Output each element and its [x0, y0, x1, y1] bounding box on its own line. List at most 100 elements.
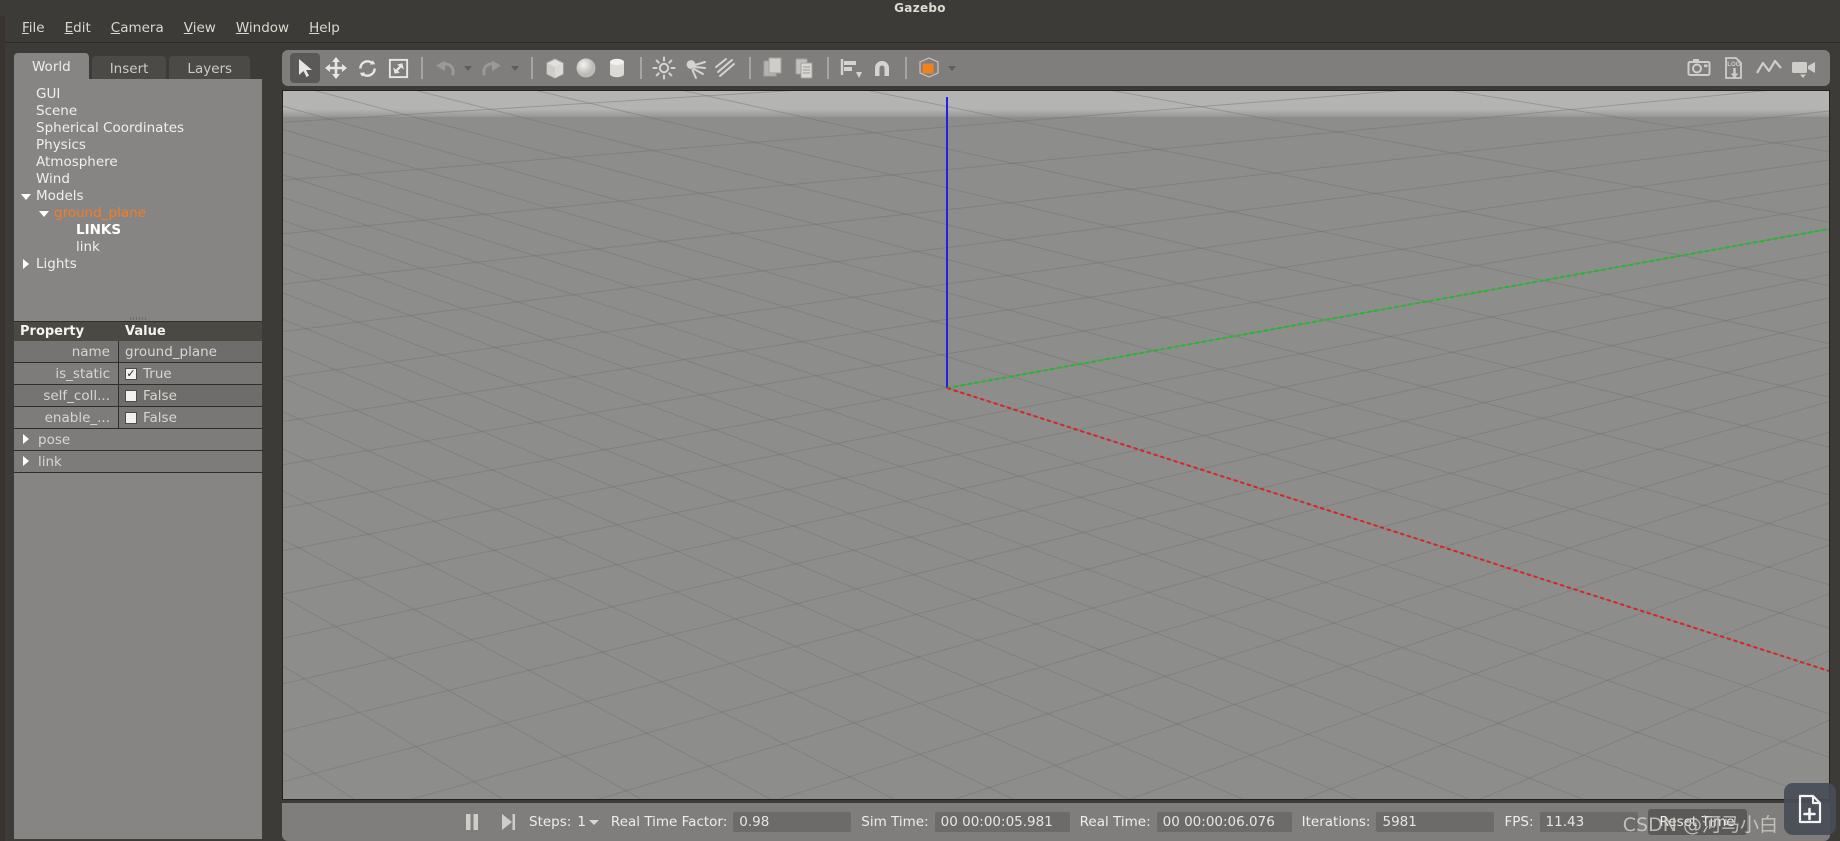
insert-point-light-button[interactable] — [649, 53, 679, 83]
menu-item-window[interactable]: Window — [226, 20, 299, 38]
align-icon — [839, 56, 863, 80]
checkbox-unchecked-icon[interactable] — [125, 411, 137, 424]
steps-dropdown-chevron-down-icon[interactable] — [588, 817, 599, 827]
property-table: Property Value name ground_plane is_static… — [14, 317, 262, 473]
chevron-down-icon[interactable] — [38, 207, 50, 219]
document-add-icon[interactable] — [1784, 783, 1836, 835]
plot-line-icon — [1756, 58, 1782, 78]
tree-spacer-icon — [20, 88, 32, 100]
view-mode-dropdown[interactable] — [945, 53, 959, 83]
redo-history-dropdown[interactable] — [508, 53, 522, 83]
property-name: name — [14, 341, 119, 362]
translate-tool[interactable] — [321, 53, 351, 83]
world-tree: GUI Scene Spherical Coordinates Physics Atmo… — [14, 79, 262, 272]
tree-item-scene[interactable]: Scene — [14, 102, 262, 119]
chevron-right-icon[interactable] — [23, 456, 29, 466]
move-arrows-icon — [324, 56, 348, 80]
tree-item-spherical-coordinates[interactable]: Spherical Coordinates — [14, 119, 262, 136]
menu-item-file[interactable]: File — [12, 20, 55, 38]
property-row[interactable]: link — [14, 451, 262, 473]
log-download-icon: LOG — [1722, 56, 1746, 80]
fps-value: 11.43 — [1539, 812, 1638, 832]
paste-button[interactable] — [789, 53, 819, 83]
property-value-cell[interactable]: ✓ True — [119, 363, 262, 384]
insert-sphere-button[interactable] — [571, 53, 601, 83]
panel-tab-world[interactable]: World — [14, 53, 89, 81]
property-row[interactable]: is_static ✓ True — [14, 363, 262, 385]
render-viewport-3d[interactable] — [282, 90, 1830, 800]
menu-item-edit[interactable]: Edit — [55, 20, 101, 38]
main-area: LOG Steps: 1 Real Time Factor: 0.98 Sim … — [272, 43, 1840, 841]
tree-item-physics[interactable]: Physics — [14, 136, 262, 153]
tree-item-ground-plane[interactable]: ground_plane — [14, 204, 262, 221]
tree-item-gui[interactable]: GUI — [14, 85, 262, 102]
undo-arrow-icon — [433, 57, 457, 79]
select-tool[interactable] — [290, 53, 320, 83]
property-group-label: pose — [38, 431, 71, 448]
tree-item-atmosphere[interactable]: Atmosphere — [14, 153, 262, 170]
point-light-icon — [652, 56, 676, 80]
snap-button[interactable] — [867, 53, 897, 83]
screenshot-button[interactable] — [1682, 53, 1716, 83]
undo-history-dropdown[interactable] — [461, 53, 475, 83]
insert-spot-light-button[interactable] — [680, 53, 710, 83]
tree-item-models[interactable]: Models — [14, 187, 262, 204]
checkbox-unchecked-icon[interactable] — [125, 389, 137, 402]
sim-time-label: Sim Time: — [861, 814, 929, 830]
column-header-property: Property — [20, 324, 85, 339]
pause-icon[interactable] — [457, 809, 487, 835]
chevron-right-icon[interactable] — [20, 258, 32, 270]
rotate-tool[interactable] — [352, 53, 382, 83]
iterations-label: Iterations: — [1301, 814, 1371, 830]
toolbar-separator — [905, 57, 907, 79]
tree-item-wind[interactable]: Wind — [14, 170, 262, 187]
property-row[interactable]: self_coll... False — [14, 385, 262, 407]
align-button[interactable] — [836, 53, 866, 83]
copy-button[interactable] — [758, 53, 788, 83]
menu-item-help[interactable]: Help — [299, 20, 350, 38]
property-value-cell[interactable]: False — [119, 385, 262, 406]
tree-item-links[interactable]: LINKS — [14, 221, 262, 238]
tree-item-label: ground_plane — [54, 204, 146, 221]
property-table-grip[interactable] — [14, 316, 262, 321]
fps-label: FPS: — [1504, 814, 1534, 830]
property-name: self_coll... — [14, 385, 119, 406]
iterations-value: 5981 — [1376, 812, 1495, 832]
checkbox-checked-icon[interactable]: ✓ — [125, 367, 137, 380]
menu-bar: File Edit Camera View Window Help — [0, 16, 1840, 43]
reset-time-button[interactable]: Reset Time — [1647, 809, 1747, 835]
spot-light-icon — [683, 56, 707, 80]
property-row[interactable]: pose — [14, 429, 262, 451]
toolbar-separator — [749, 57, 751, 79]
tree-item-link[interactable]: link — [14, 238, 262, 255]
insert-directional-light-button[interactable] — [711, 53, 741, 83]
toolbar-separator — [531, 57, 533, 79]
tree-item-lights[interactable]: Lights — [14, 255, 262, 272]
property-row[interactable]: name ground_plane — [14, 341, 262, 363]
insert-box-button[interactable] — [540, 53, 570, 83]
property-value-cell[interactable]: False — [119, 407, 262, 428]
redo-button[interactable] — [477, 53, 507, 83]
step-forward-icon[interactable] — [493, 809, 523, 835]
cursor-arrow-icon — [294, 57, 316, 79]
view-mode-button[interactable] — [914, 53, 944, 83]
property-row[interactable]: enable_... False — [14, 407, 262, 429]
chevron-down-icon[interactable] — [20, 190, 32, 202]
plot-button[interactable] — [1752, 53, 1786, 83]
tree-item-label: link — [76, 238, 100, 255]
menu-item-camera[interactable]: Camera — [101, 20, 174, 38]
chevron-right-icon[interactable] — [23, 434, 29, 444]
undo-button[interactable] — [430, 53, 460, 83]
property-group-name: pose — [14, 429, 262, 450]
directional-light-icon — [714, 56, 738, 80]
property-value-cell[interactable]: ground_plane — [119, 341, 262, 362]
log-button[interactable]: LOG — [1717, 53, 1751, 83]
tree-item-label: Wind — [36, 170, 70, 187]
insert-cylinder-button[interactable] — [602, 53, 632, 83]
panel-tab-insert[interactable]: Insert — [91, 56, 167, 81]
video-record-button[interactable] — [1787, 53, 1821, 83]
scale-tool[interactable] — [383, 53, 413, 83]
tree-item-label: Lights — [36, 255, 77, 272]
panel-tab-layers[interactable]: Layers — [169, 56, 251, 81]
menu-item-view[interactable]: View — [174, 20, 226, 38]
